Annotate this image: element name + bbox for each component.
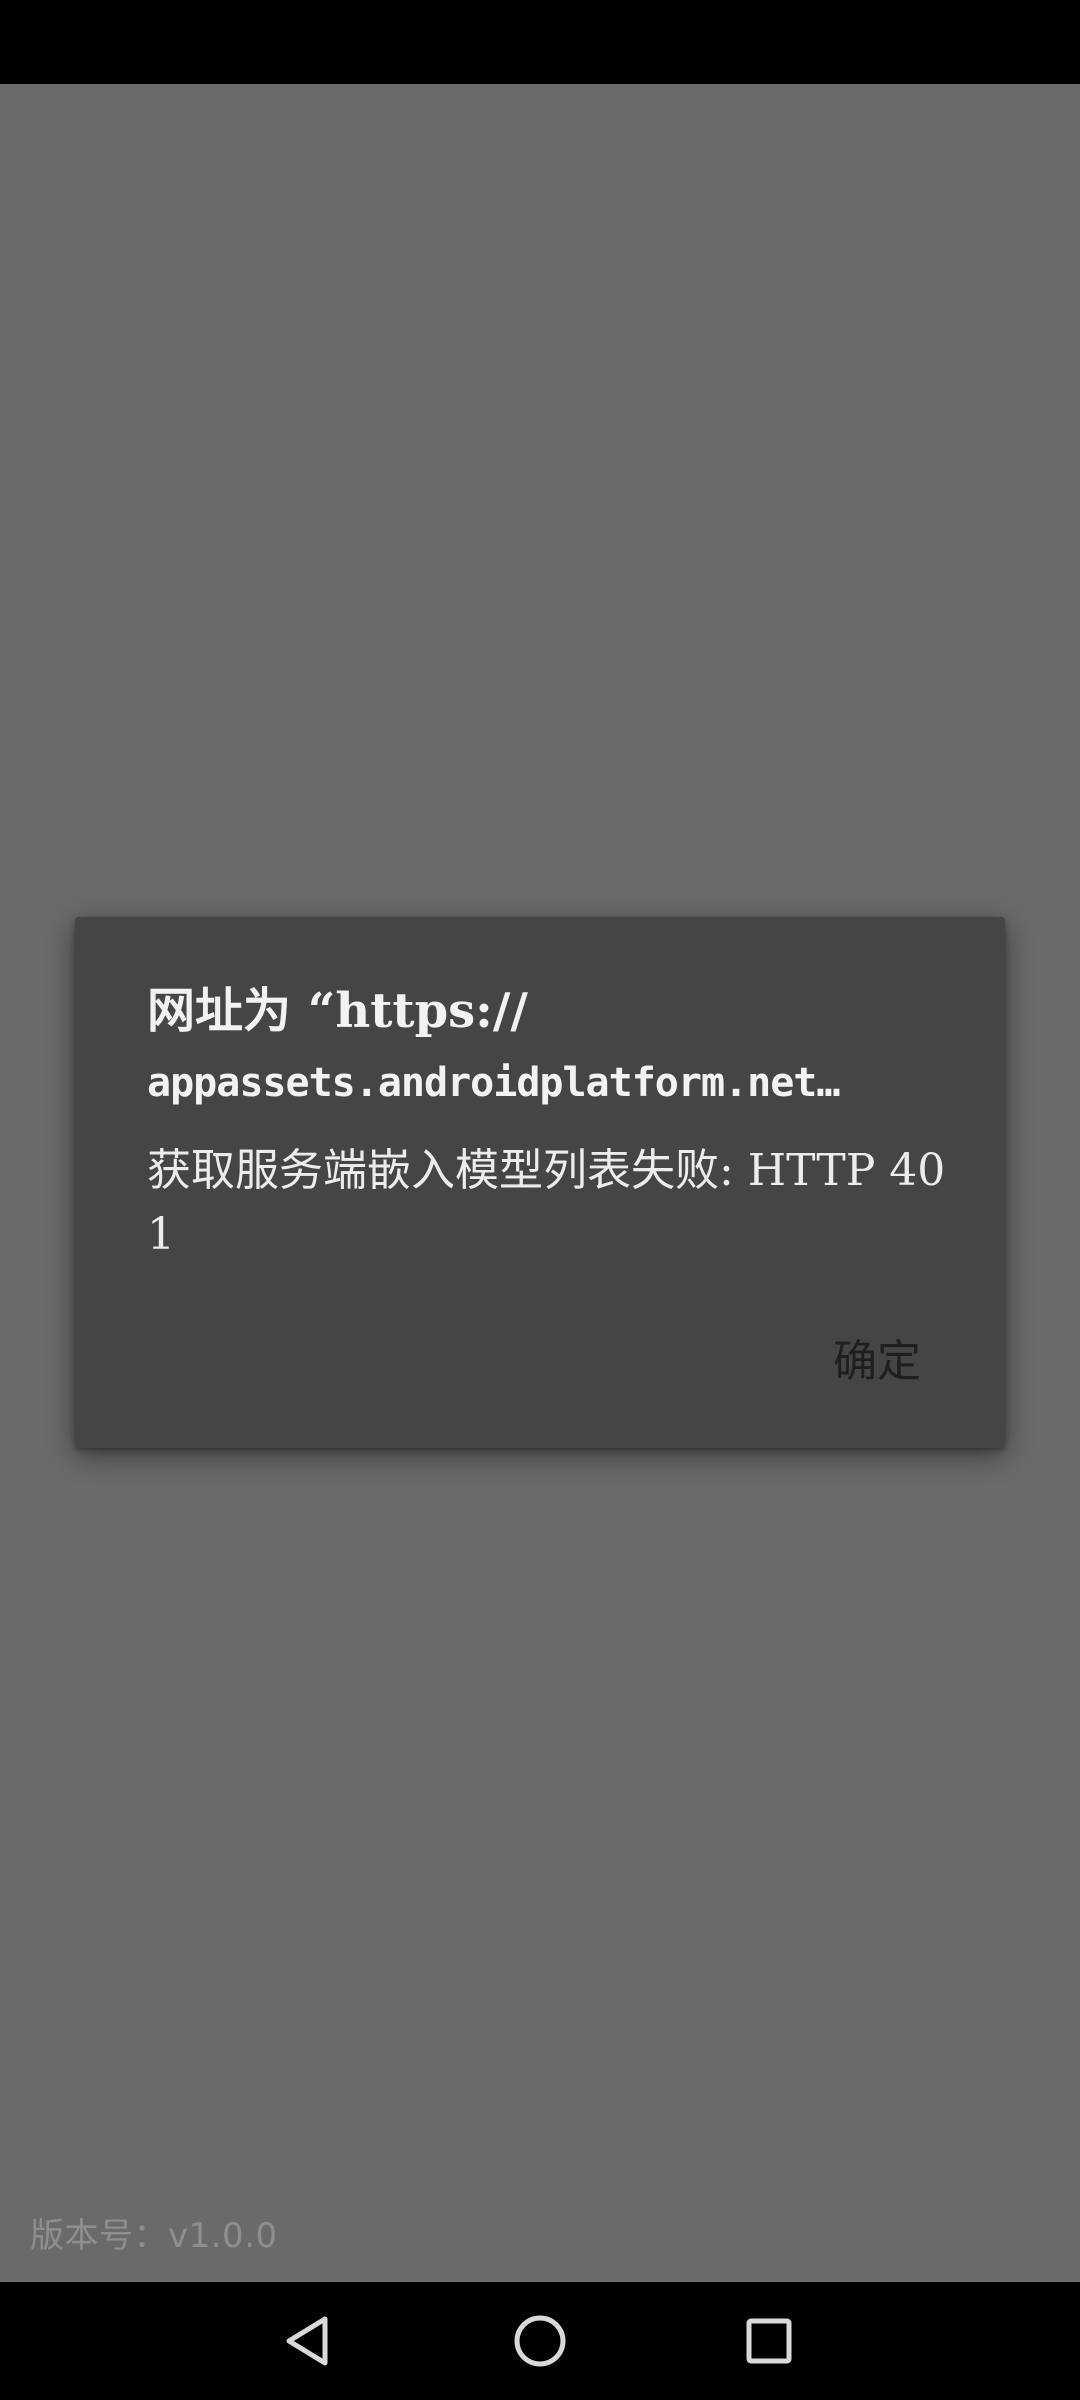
dialog-title-line1: 网址为 “https://	[147, 983, 528, 1039]
dialog-message: 获取服务端嵌入模型列表失败: HTTP 401	[147, 1145, 946, 1260]
home-button[interactable]	[480, 2282, 600, 2400]
back-icon	[286, 2316, 328, 2366]
dialog-title: 网址为 “https:// appassets.androidplatform.…	[147, 975, 947, 1119]
recents-button[interactable]	[709, 2282, 829, 2400]
recents-icon	[746, 2318, 792, 2364]
ok-button[interactable]: 确定	[827, 1317, 927, 1397]
phone-screen: 版本号：v1.0.0 网址为 “https:// appassets.andro…	[0, 0, 1080, 2400]
dialog-title-line2: appassets.androidplatform.net…	[147, 1060, 840, 1106]
home-icon	[514, 2315, 566, 2367]
navigation-bar	[0, 2282, 1080, 2400]
status-bar	[0, 0, 1080, 84]
version-label: 版本号：v1.0.0	[30, 2216, 278, 2256]
alert-dialog: 网址为 “https:// appassets.androidplatform.…	[75, 917, 1005, 1448]
back-button[interactable]	[249, 2282, 369, 2400]
